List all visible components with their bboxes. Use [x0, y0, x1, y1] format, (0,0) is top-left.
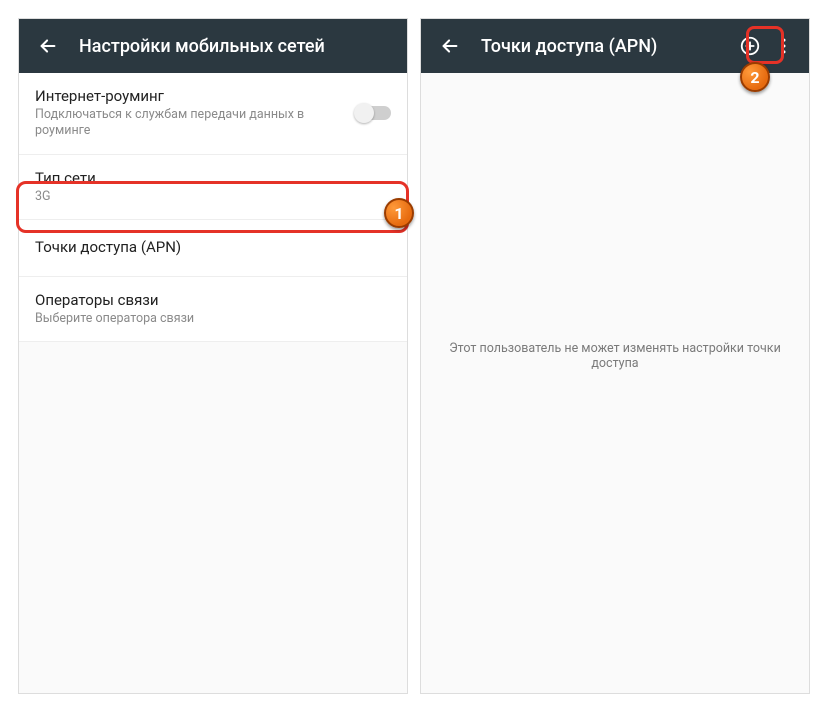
screen-mobile-network-settings: Настройки мобильных сетей Интернет-роуми…	[18, 18, 408, 694]
setting-row-operators[interactable]: Операторы связи Выберите оператора связи	[19, 277, 407, 342]
setting-title: Точки доступа (APN)	[35, 238, 391, 256]
setting-subtitle: 3G	[35, 189, 391, 205]
appbar-title: Точки доступа (APN)	[481, 36, 733, 57]
setting-row-network-type[interactable]: Тип сети 3G	[19, 155, 407, 220]
more-vertical-icon	[774, 36, 794, 56]
annotation-badge-1: 1	[384, 198, 414, 228]
setting-title: Тип сети	[35, 169, 391, 187]
setting-subtitle: Подключаться к службам передачи данных в…	[35, 107, 343, 140]
back-button[interactable]	[31, 29, 65, 63]
appbar: Настройки мобильных сетей	[19, 19, 407, 73]
back-button[interactable]	[433, 29, 467, 63]
settings-list: Интернет-роуминг Подключаться к службам …	[19, 73, 407, 342]
setting-row-apn[interactable]: Точки доступа (APN)	[19, 220, 407, 277]
overflow-menu-button[interactable]	[767, 29, 801, 63]
arrow-left-icon	[439, 35, 461, 57]
plus-circle-icon	[739, 35, 761, 57]
setting-title: Интернет-роуминг	[35, 87, 343, 105]
roaming-toggle[interactable]	[357, 106, 391, 120]
setting-row-roaming[interactable]: Интернет-роуминг Подключаться к службам …	[19, 73, 407, 155]
appbar-title: Настройки мобильных сетей	[79, 36, 399, 57]
empty-apn-message: Этот пользователь не может изменять наст…	[421, 341, 809, 371]
add-apn-button[interactable]	[733, 29, 767, 63]
arrow-left-icon	[37, 35, 59, 57]
screen-apn: Точки доступа (APN) Этот пользователь не…	[420, 18, 810, 694]
setting-title: Операторы связи	[35, 291, 391, 309]
annotation-badge-2: 2	[740, 62, 770, 92]
setting-subtitle: Выберите оператора связи	[35, 311, 391, 327]
